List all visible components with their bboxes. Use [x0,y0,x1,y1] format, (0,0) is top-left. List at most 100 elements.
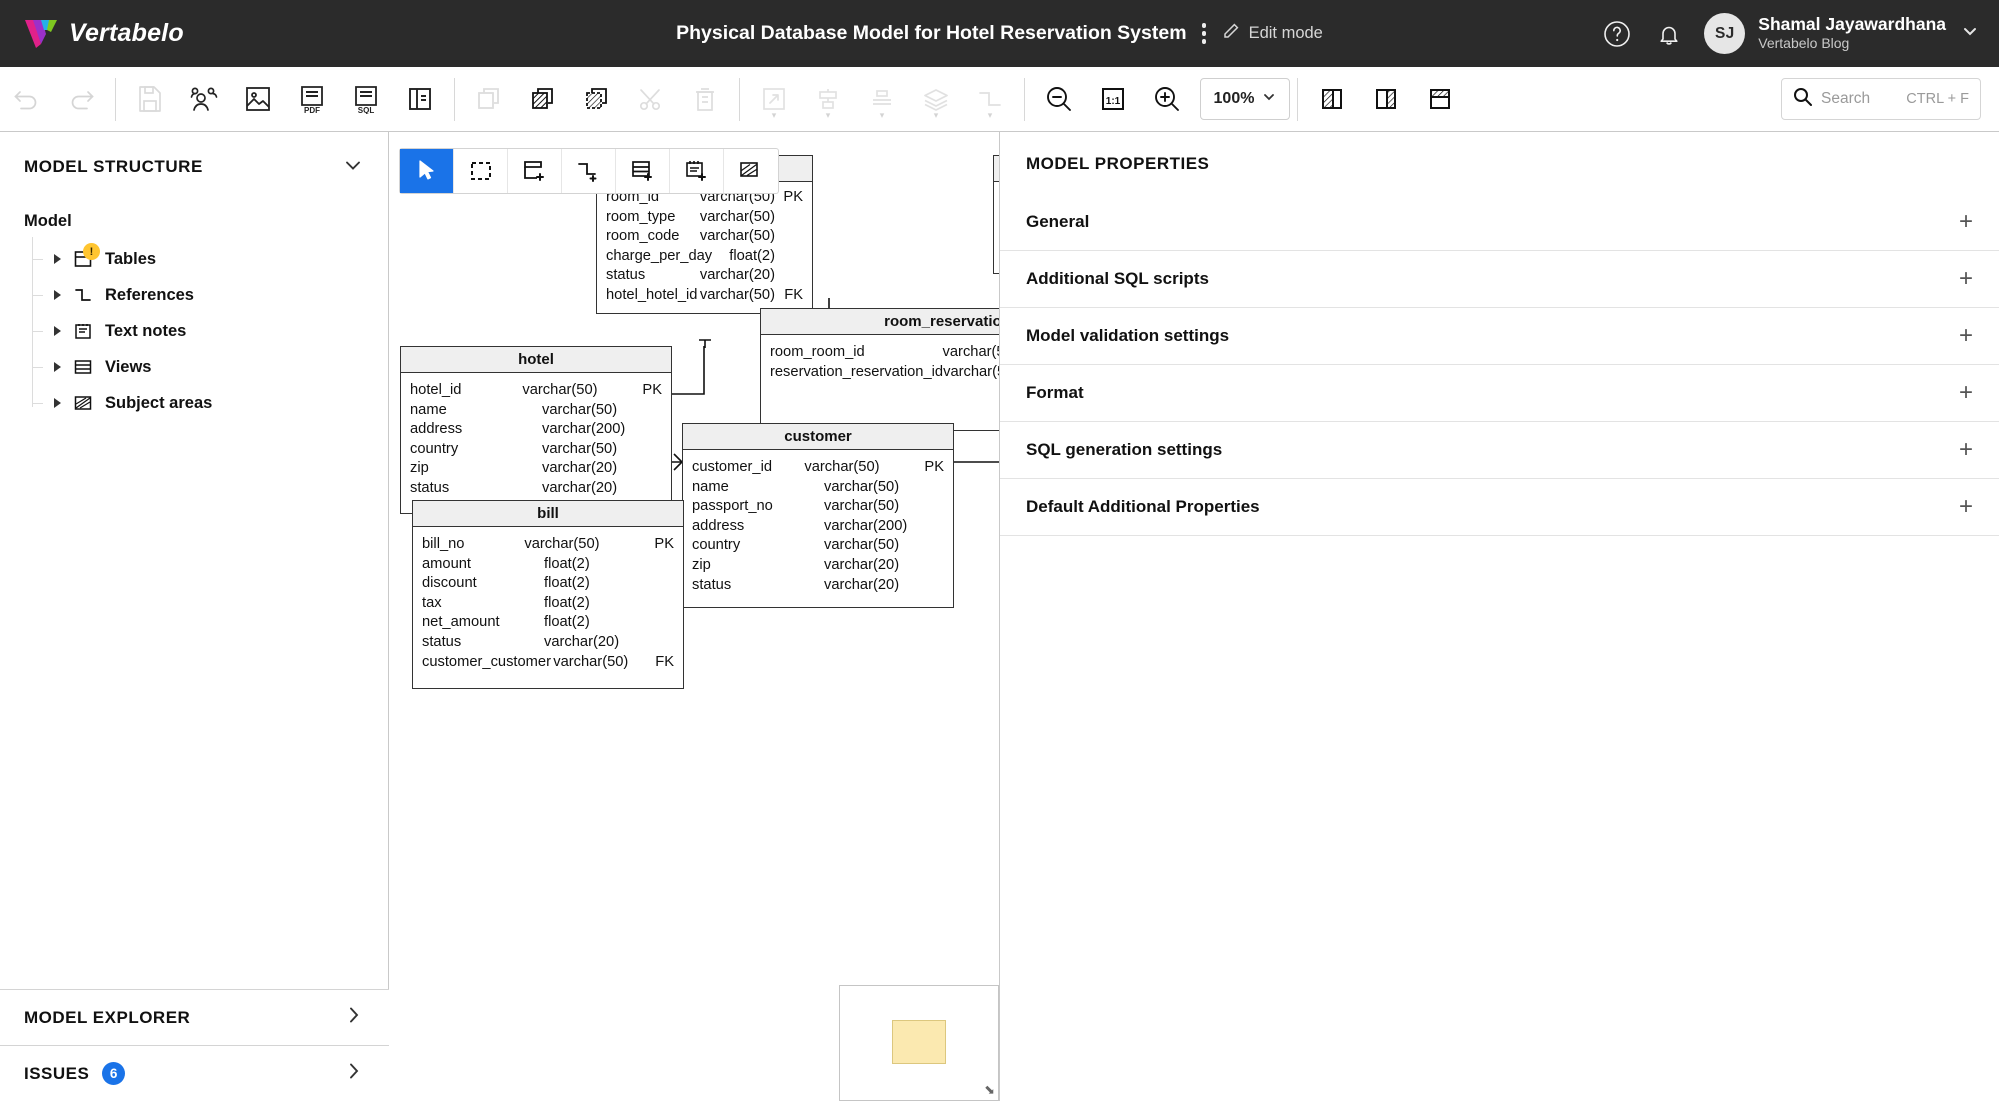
table-row[interactable]: reservation_idvarchar(50)PK [994,188,999,208]
expand-triangle-icon[interactable] [54,398,61,408]
table-row[interactable]: statusvarchar(20) [401,479,671,499]
add-subject-area-tool[interactable] [724,149,778,193]
table-row[interactable]: reservation_reservation_idvarchar(50)PK … [761,363,999,383]
add-note-tool[interactable] [670,149,724,193]
zoom-level-select[interactable]: 100% [1200,78,1290,120]
export-image-button[interactable] [231,73,285,125]
table-row[interactable]: country varchar(50) [683,536,953,556]
sidebar-item-text-notes[interactable]: Text notes [32,313,388,349]
plus-icon[interactable]: + [1959,267,1973,291]
expand-triangle-icon[interactable] [54,254,61,264]
table-row[interactable]: charge_per_day float(2) [597,247,812,267]
er-table-room-reservation[interactable]: room_reservation room_room_id varchar(50)… [760,308,999,432]
property-row-default-additional-properties[interactable]: Default Additional Properties + [1000,479,1999,536]
redo-button[interactable] [54,73,108,125]
minimap-viewport[interactable] [892,1020,946,1064]
add-view-tool[interactable] [616,149,670,193]
cut-button[interactable] [624,73,678,125]
plus-icon[interactable]: + [1959,495,1973,519]
table-row[interactable]: passport_no varchar(50) [683,497,953,517]
table-row[interactable]: hotel_hotel_id varchar(50) FK [597,286,812,306]
table-row[interactable]: room_room_idvarchar(50)PK FK [761,343,999,363]
table-row[interactable]: net_amount float(2) [413,613,683,633]
property-row-model-validation-settings[interactable]: Model validation settings + [1000,308,1999,365]
table-row[interactable]: customer_id varchar(50) PK [683,458,953,478]
toggle-right-panel-button[interactable] [1359,73,1413,125]
table-row[interactable]: statusvarchar(20) [683,576,953,596]
diagram-canvas[interactable]: room room_idvarchar(50)PK room_typevarch… [389,132,999,1101]
help-circle-icon[interactable] [1600,17,1634,51]
minimap[interactable]: ⬊ [839,985,999,1101]
er-table-reservation[interactable]: reservation reservation_idvarchar(50)PK … [993,155,999,275]
edit-mode-button[interactable]: Edit mode [1222,22,1323,45]
export-pdf-button[interactable]: PDF [285,73,339,125]
select-tool[interactable] [400,149,454,193]
marquee-select-tool[interactable] [454,149,508,193]
table-row[interactable]: customer_customer varchar(50) FK [413,653,683,673]
er-table-bill[interactable]: bill bill_no varchar(50) PK amount float(2)… [412,500,684,690]
duplicate-button[interactable] [570,73,624,125]
copy-button[interactable] [462,73,516,125]
delete-button[interactable] [678,73,732,125]
export-sql-button[interactable]: SQL [339,73,393,125]
bell-icon[interactable] [1652,17,1686,51]
model-explorer-section[interactable]: MODEL EXPLORER [0,989,389,1045]
expand-triangle-icon[interactable] [54,362,61,372]
plus-icon[interactable]: + [1959,381,1973,405]
issues-section[interactable]: ISSUES 6 [0,1045,389,1101]
layers-button[interactable]: ▾ [909,73,963,125]
chevron-down-icon[interactable] [342,154,364,180]
table-row[interactable]: zip varchar(20) [683,556,953,576]
resize-button[interactable]: ▾ [747,73,801,125]
table-row[interactable]: bill_no varchar(50) PK [413,535,683,555]
table-row[interactable]: name varchar(50) [401,401,671,421]
sidebar-item-tables[interactable]: ! Tables [32,241,388,277]
expand-triangle-icon[interactable] [54,290,61,300]
zoom-out-button[interactable] [1032,73,1086,125]
documentation-button[interactable] [393,73,447,125]
toggle-bottom-panel-button[interactable] [1413,73,1467,125]
table-row[interactable]: discount float(2) [413,574,683,594]
table-row[interactable]: country varchar(50) [401,440,671,460]
search-input[interactable]: Search CTRL + F [1781,78,1981,120]
zoom-one-to-one-icon[interactable]: 1:1 [1086,73,1140,125]
distribute-button[interactable]: ▾ [855,73,909,125]
table-row[interactable]: statusvarchar(20) [597,266,812,286]
table-row[interactable]: remarksvarchar(200) [994,208,999,228]
property-row-format[interactable]: Format + [1000,365,1999,422]
kebab-menu-icon[interactable] [1201,22,1207,45]
expand-triangle-icon[interactable] [54,326,61,336]
toggle-left-panel-button[interactable] [1305,73,1359,125]
plus-icon[interactable]: + [1959,210,1973,234]
user-menu[interactable]: SJ Shamal Jayawardhana Vertabelo Blog [1704,13,1981,54]
route-button[interactable]: ▾ [963,73,1017,125]
table-row[interactable]: zip varchar(20) [401,459,671,479]
property-row-sql-generation-settings[interactable]: SQL generation settings + [1000,422,1999,479]
table-row[interactable]: amount float(2) [413,555,683,575]
table-row[interactable]: name varchar(50) [683,478,953,498]
property-row-additional-sql-scripts[interactable]: Additional SQL scripts + [1000,251,1999,308]
align-vertical-button[interactable]: ▾ [801,73,855,125]
table-row[interactable]: hotel_id varchar(50) PK [401,381,671,401]
property-row-general[interactable]: General + [1000,194,1999,251]
table-row[interactable]: customer_customvarchar(50)FK [994,247,999,267]
table-row[interactable]: statusvarchar(20) [413,633,683,653]
save-button[interactable] [123,73,177,125]
paste-button[interactable] [516,73,570,125]
sidebar-item-subject-areas[interactable]: Subject areas [32,385,388,421]
plus-icon[interactable]: + [1959,438,1973,462]
add-reference-tool[interactable] [562,149,616,193]
add-table-tool[interactable] [508,149,562,193]
resize-corner-icon[interactable]: ⬊ [984,1082,995,1098]
table-row[interactable]: statusvarchar(20) [994,227,999,247]
sidebar-item-references[interactable]: References [32,277,388,313]
er-table-customer[interactable]: customer customer_id varchar(50) PK name va… [682,423,954,609]
plus-icon[interactable]: + [1959,324,1973,348]
table-row[interactable]: address varchar(200) [401,420,671,440]
sidebar-item-views[interactable]: Views [32,349,388,385]
share-button[interactable] [177,73,231,125]
er-table-hotel[interactable]: hotel hotel_id varchar(50) PK name varchar(… [400,346,672,514]
table-row[interactable]: room_type varchar(50) [597,208,812,228]
table-row[interactable]: tax float(2) [413,594,683,614]
table-row[interactable]: room_code varchar(50) [597,227,812,247]
